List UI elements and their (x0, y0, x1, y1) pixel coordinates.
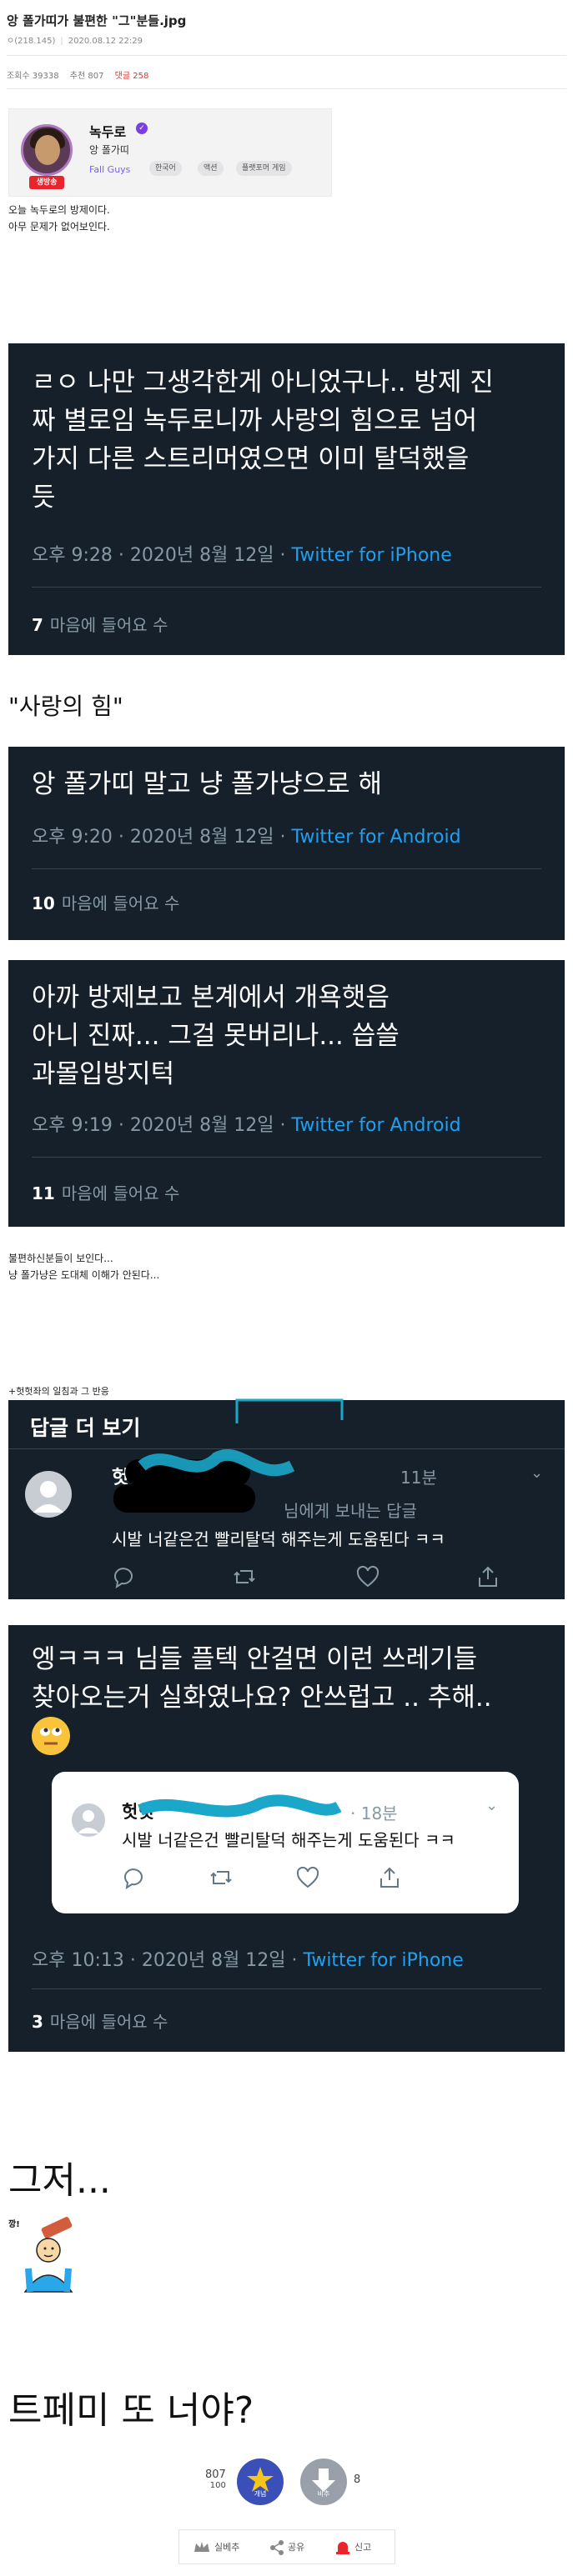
quote-time: · 18분 (350, 1803, 398, 1823)
divider (7, 88, 566, 89)
sticker-image: 깡! (8, 2217, 92, 2300)
retweet-icon[interactable] (232, 1564, 257, 1589)
tag: 한국어 (149, 161, 182, 176)
reply-time: 11분 (400, 1468, 437, 1488)
tweet-screenshot-1: ㄹㅇ 나만 그생각한게 아니었구나.. 방제 진 짜 별로임 녹두로니까 사랑의… (8, 343, 565, 655)
middle-text: 불편하신분들이 보인다... 냥 폴가냥은 도대체 이해가 안된다... (8, 1253, 160, 1281)
chevron-down-icon[interactable]: ⌄ (530, 1464, 543, 1482)
comment-icon[interactable] (122, 1865, 147, 1890)
emoji: 🙄 (32, 1717, 70, 1755)
siren-icon (336, 2542, 349, 2554)
tweet-screenshot-2: 앙 폴가띠 말고 냥 폴가냥으로 해 오후 9:20 · 2020년 8월 12… (8, 747, 565, 940)
heart-icon[interactable] (295, 1865, 320, 1890)
report-button[interactable]: 신고 (354, 2540, 371, 2553)
tweet-likes: 3 마음에 들어요 수 (32, 2012, 168, 2032)
reply-tweet: 헛 11분 님에게 보내는 답글 ⌄ 시발 너같은건 빨리탈덕 해주는게 도움된… (8, 1449, 565, 1599)
comment-text: 트페미 또 너야? (8, 2389, 254, 2432)
tweet-screenshot-4: 엥ㅋㅋㅋ 님들 플텍 안걸면 이런 쓰레기들 찾아오는거 실화였나요? 안쓰럽고… (8, 1625, 565, 2052)
share-icon[interactable] (475, 1564, 500, 1589)
scribble-icon (138, 1794, 342, 1818)
reply-text: 시발 너같은건 빨리탈덕 해주는게 도움된다 ㅋㅋ (112, 1529, 445, 1549)
tweet-text: 앙 폴가띠 말고 냥 폴가냥으로 해 (32, 769, 383, 799)
upvote-button[interactable]: 개념 (237, 2458, 284, 2505)
post-actions: 실베추 공유 신고 (178, 2529, 395, 2564)
divider (7, 55, 566, 56)
avatar (25, 1471, 72, 1518)
views-count: 조회수 39338 (7, 72, 59, 81)
reply-to-label: 님에게 보내는 답글 (284, 1501, 417, 1521)
share-icon[interactable] (377, 1865, 402, 1890)
comment-text: 그저... (8, 2159, 111, 2202)
tag: 플랫포머 게임 (236, 161, 292, 176)
live-badge: 생방송 (29, 176, 64, 189)
tweet-timestamp: 오후 9:19 · 2020년 8월 12일 · Twitter for And… (32, 1115, 461, 1136)
scribble-icon (138, 1449, 295, 1477)
tweet-timestamp: 오후 9:28 · 2020년 8월 12일 · Twitter for iPh… (32, 545, 452, 566)
tag: 액션 (198, 161, 224, 176)
post-stats: 조회수 39338 추천 807 댓글 258 (7, 68, 157, 81)
tweet-timestamp: 오후 9:20 · 2020년 8월 12일 · Twitter for And… (32, 827, 461, 848)
comment-icon[interactable] (112, 1564, 137, 1589)
share-icon (270, 2540, 284, 2555)
tweet-text: 아까 방제보고 본계에서 개욕햇음 아니 진짜... 그걸 못버리나... 씁쓸… (32, 983, 400, 1089)
comments-count[interactable]: 댓글 258 (115, 72, 149, 81)
avatar (72, 1803, 105, 1837)
reply-header: 답글 더 보기 (8, 1398, 565, 1448)
downvote-button[interactable]: 비추 (300, 2458, 347, 2505)
tweet-text: 엥ㅋㅋㅋ 님들 플텍 안걸면 이런 쓰레기들 찾아오는거 실화였나요? 안쓰럽고… (32, 1644, 492, 1713)
caption: +헛헛좌의 일침과 그 반응 (8, 1386, 109, 1397)
post-date: 2020.08.12 22:29 (68, 37, 143, 46)
game-name: Fall Guys (89, 164, 131, 175)
crown-icon (194, 2542, 209, 2552)
streamer-profile-card: 생방송 녹두로 ✓ 앙 폴가띠 Fall Guys 한국어 액션 플랫포머 게임 (8, 108, 332, 197)
likes-count: 추천 807 (69, 72, 104, 81)
tweet-likes: 10 마음에 들어요 수 (32, 893, 180, 913)
post-title: 앙 폴가띠가 불편한 "그"분들.jpg (7, 13, 187, 28)
avatar (21, 124, 73, 176)
best-button[interactable]: 실베추 (214, 2540, 239, 2553)
downvote-count: 8 (354, 2473, 361, 2486)
tweet-text: ㄹㅇ 나만 그생각한게 아니었구나.. 방제 진 짜 별로임 녹두로니까 사랑의… (32, 368, 494, 513)
quote-text: 시발 너같은건 빨리탈덕 해주는게 도움된다 ㅋㅋ (122, 1830, 455, 1850)
tweet-likes: 7 마음에 들어요 수 (32, 615, 168, 635)
verified-icon: ✓ (136, 123, 148, 134)
streamer-name: 녹두로 (89, 124, 127, 140)
stream-title: 앙 폴가띠 (89, 144, 129, 156)
quoted-tweet[interactable]: 헛헛 · 18분 ⌄ 시발 너같은건 빨리탈덕 해주는게 도움된다 ㅋㅋ (52, 1772, 519, 1913)
intro-text: 오늘 녹두로의 방제이다. 아무 문제가 없어보인다. (8, 204, 110, 233)
author-name[interactable]: ㅇ(218.145) (7, 37, 55, 46)
sticker-label: 깡! (8, 2220, 20, 2229)
upvote-count: 807 100 (205, 2468, 226, 2490)
retweet-icon[interactable] (209, 1865, 234, 1890)
tweet-timestamp: 오후 10:13 · 2020년 8월 12일 · Twitter for iP… (32, 1950, 464, 1971)
caption: "사랑의 힘" (8, 693, 123, 720)
chevron-down-icon[interactable]: ⌄ (485, 1797, 498, 1814)
tweet-screenshot-3: 아까 방제보고 본계에서 개욕햇음 아니 진짜... 그걸 못버리나... 씁쓸… (8, 960, 565, 1227)
share-button[interactable]: 공유 (288, 2540, 304, 2553)
heart-icon[interactable] (355, 1564, 380, 1589)
scribble-icon (235, 1398, 344, 1423)
post-meta: ㅇ(218.145) | 2020.08.12 22:29 (7, 37, 143, 46)
tweet-likes: 11 마음에 들어요 수 (32, 1183, 180, 1203)
